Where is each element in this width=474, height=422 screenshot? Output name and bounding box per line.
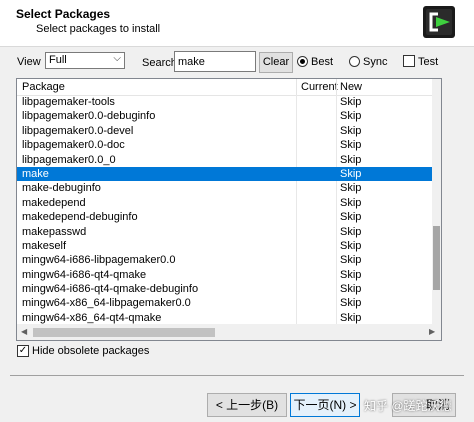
test-label: Test (418, 56, 439, 68)
table-row[interactable]: mingw64-x86_64-libpagemaker0.0 Skip (17, 296, 433, 311)
package-name: libpagemaker0.0-devel (22, 124, 134, 137)
table-row[interactable]: makeself Skip (17, 238, 433, 254)
table-header: Package Current New (17, 79, 441, 96)
table-row[interactable]: libpagemaker-tools Skip (17, 95, 433, 110)
new-action[interactable]: Skip (340, 181, 361, 195)
new-action[interactable]: Skip (340, 253, 361, 267)
page-subtitle: Select packages to install (36, 23, 161, 35)
footer-divider (10, 375, 464, 376)
table-row[interactable]: mingw64-i686-qt4-qmake Skip (17, 267, 433, 283)
package-table: Package Current New libpagemaker-tools Sk… (16, 78, 442, 341)
scroll-left-icon[interactable]: ◀ (21, 327, 27, 336)
table-row[interactable]: libpagemaker0.0-doc Skip (17, 138, 433, 153)
new-action[interactable]: Skip (340, 296, 361, 310)
scroll-right-icon[interactable]: ▶ (429, 327, 435, 336)
view-select-value: Full (49, 54, 67, 66)
table-body: libpagemaker-tools Skip libpagemaker0.0-de… (17, 95, 433, 326)
new-action[interactable]: Skip (340, 95, 361, 109)
table-row[interactable]: makedepend-debuginfo Skip (17, 210, 433, 225)
new-action[interactable]: Skip (340, 153, 361, 167)
package-name: libpagemaker0.0-doc (22, 139, 125, 152)
table-row[interactable]: libpagemaker0.0_0 Skip (17, 152, 433, 167)
radio-best[interactable] (297, 56, 308, 67)
cygwin-logo-icon (423, 6, 455, 38)
new-action[interactable]: Skip (340, 282, 361, 296)
package-name: mingw64-i686-qt4-qmake (22, 268, 147, 281)
radio-sync[interactable] (349, 56, 360, 67)
package-name: mingw64-i686-libpagemaker0.0 (22, 254, 176, 267)
page-title: Select Packages (16, 7, 111, 21)
table-row[interactable]: libpagemaker0.0-debuginfo Skip (17, 109, 433, 124)
table-row[interactable]: libpagemaker0.0-devel Skip (17, 123, 433, 139)
table-row[interactable]: mingw64-i686-libpagemaker0.0 Skip (17, 253, 433, 268)
column-package[interactable]: Package (22, 81, 65, 93)
radio-sync-label: Sync (363, 56, 388, 68)
vertical-scrollbar[interactable] (432, 79, 441, 324)
package-name: makedepend (22, 196, 86, 209)
chevron-down-icon: ⌵ (113, 53, 121, 64)
new-action[interactable]: Skip (340, 239, 361, 253)
hide-obsolete-label: Hide obsolete packages (32, 345, 150, 357)
vertical-scroll-thumb[interactable] (433, 226, 440, 290)
table-row[interactable]: makedepend Skip (17, 195, 433, 211)
back-button[interactable]: < 上一步(B) (207, 393, 287, 417)
new-action[interactable]: Skip (340, 268, 361, 282)
view-select[interactable]: Full ⌵ (45, 52, 125, 69)
watermark: 知乎 @蹉跎沃德 (364, 399, 452, 413)
horizontal-scroll-thumb[interactable] (33, 328, 215, 337)
table-row[interactable]: make-debuginfo Skip (17, 181, 433, 196)
new-action[interactable]: Skip (340, 124, 361, 138)
package-name: make-debuginfo (22, 182, 101, 195)
search-input[interactable] (174, 51, 256, 72)
new-action[interactable]: Skip (340, 138, 361, 152)
new-action[interactable]: Skip (340, 167, 361, 181)
package-name: libpagemaker0.0-debuginfo (22, 110, 156, 123)
hide-obsolete-checkbox[interactable]: ✓ (17, 345, 29, 357)
horizontal-scrollbar[interactable]: ◀ ▶ (17, 324, 441, 340)
new-action[interactable]: Skip (340, 210, 361, 224)
new-action[interactable]: Skip (340, 196, 361, 210)
next-button[interactable]: 下一页(N) > (290, 393, 360, 417)
new-action[interactable]: Skip (340, 225, 361, 239)
package-name: libpagemaker0.0_0 (22, 153, 116, 166)
column-current[interactable]: Current (301, 81, 338, 93)
package-name: mingw64-i686-qt4-qmake-debuginfo (22, 283, 199, 296)
radio-best-label: Best (311, 56, 334, 68)
test-checkbox[interactable] (403, 55, 415, 67)
table-row[interactable]: mingw64-i686-qt4-qmake-debuginfo Skip (17, 282, 433, 297)
package-name: make (22, 167, 49, 180)
package-name: libpagemaker-tools (22, 96, 115, 108)
package-name: makedepend-debuginfo (22, 211, 138, 224)
view-label: View (17, 56, 41, 68)
column-new[interactable]: New (340, 81, 362, 93)
table-row[interactable]: make Skip (17, 166, 433, 182)
table-row[interactable]: makepasswd Skip (17, 224, 433, 239)
search-label: Search (142, 57, 177, 69)
clear-button[interactable]: Clear (259, 52, 293, 73)
package-name: mingw64-x86_64-libpagemaker0.0 (22, 297, 191, 310)
new-action[interactable]: Skip (340, 109, 361, 123)
package-name: makepasswd (22, 225, 87, 238)
wizard-header: Select Packages Select packages to insta… (0, 0, 474, 47)
package-name: makeself (22, 239, 67, 252)
